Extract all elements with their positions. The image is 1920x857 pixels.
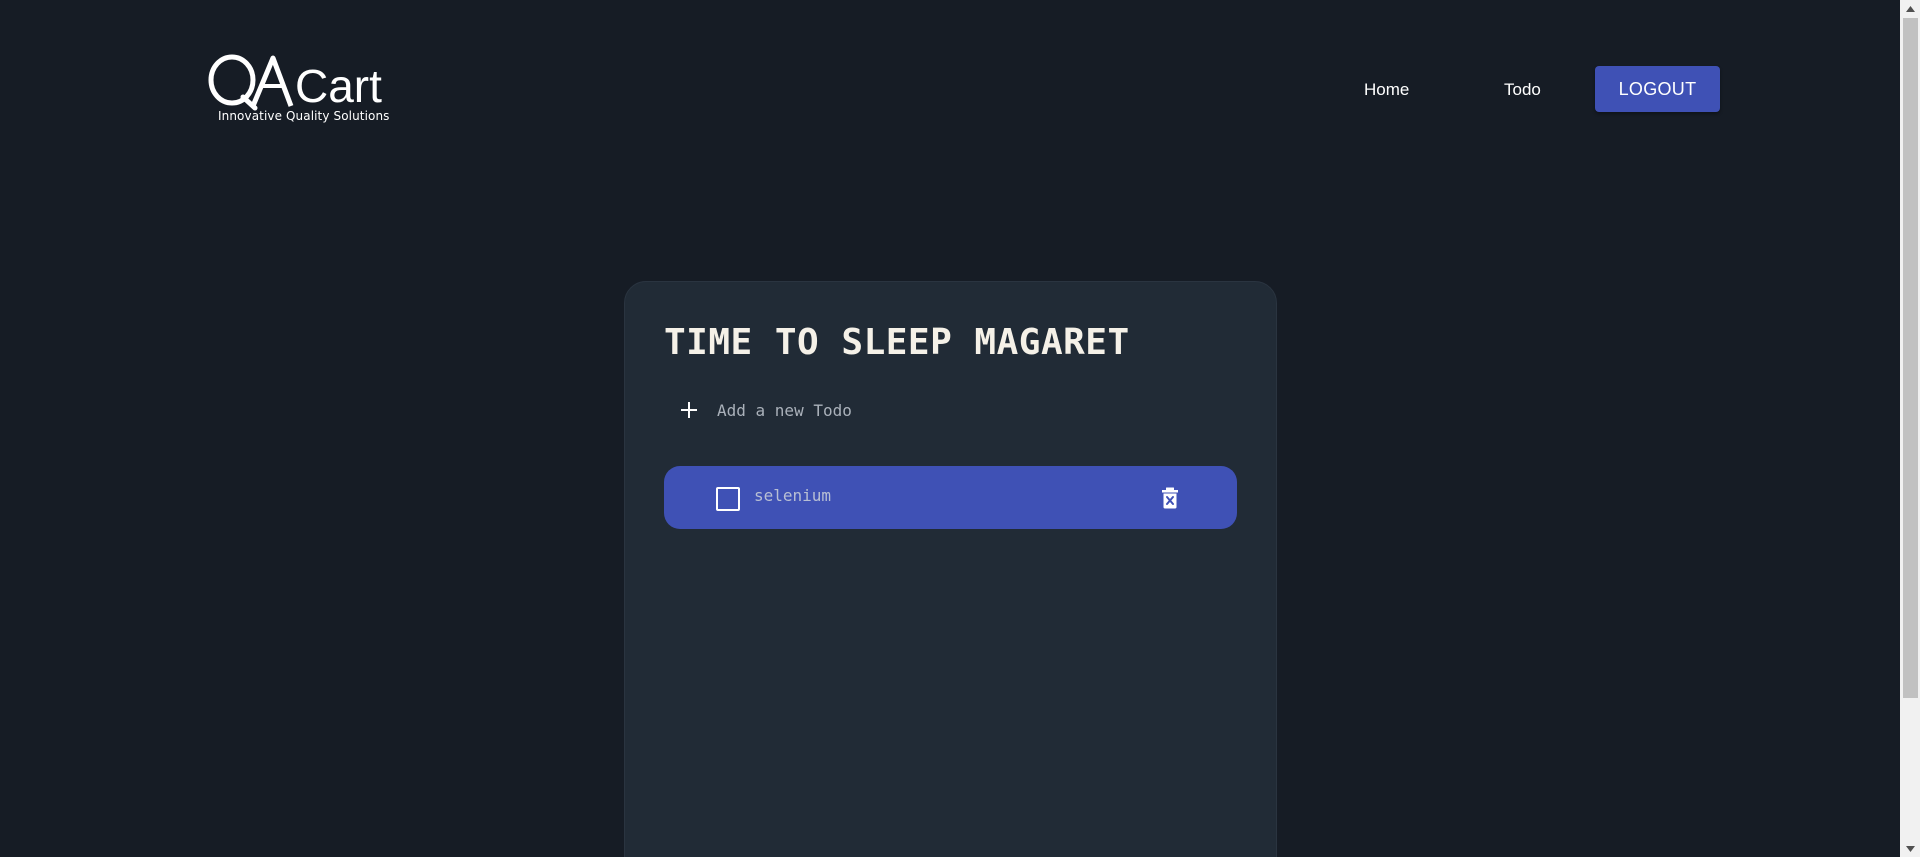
logout-button[interactable]: LOGOUT xyxy=(1595,66,1720,112)
new-todo-input[interactable] xyxy=(717,395,1197,425)
todo-item: selenium xyxy=(664,466,1237,529)
nav-home-link[interactable]: Home xyxy=(1364,78,1409,102)
svg-text:Cart: Cart xyxy=(295,60,382,112)
vertical-scrollbar[interactable] xyxy=(1900,0,1920,857)
trash-icon[interactable] xyxy=(1161,487,1179,509)
nav-todo-link[interactable]: Todo xyxy=(1504,78,1541,102)
todo-item-text: selenium xyxy=(754,486,832,505)
qacart-logo[interactable]: Cart Innovative Quality Solutions xyxy=(207,50,397,130)
plus-icon[interactable] xyxy=(680,401,698,419)
page-title: TIME TO SLEEP MAGARET xyxy=(664,322,1130,363)
scroll-down-arrow-icon[interactable] xyxy=(1900,840,1920,857)
scroll-up-arrow-icon[interactable] xyxy=(1900,0,1920,17)
qacart-logo-mark: Cart xyxy=(208,54,382,112)
scrollbar-thumb[interactable] xyxy=(1903,18,1918,698)
new-todo-row xyxy=(680,392,1240,428)
logo-tagline: Innovative Quality Solutions xyxy=(218,109,390,123)
todo-complete-checkbox[interactable] xyxy=(716,487,740,511)
todo-card: TIME TO SLEEP MAGARET selenium xyxy=(624,281,1277,857)
